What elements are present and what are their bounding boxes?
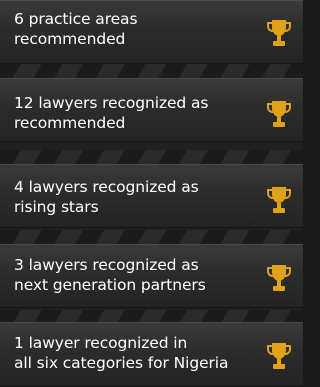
achievement-label: 3 lawyers recognized as next generation … <box>14 256 206 294</box>
divider <box>0 230 303 244</box>
achievement-card: 1 lawyer recognized in all six categorie… <box>0 322 303 387</box>
divider <box>0 150 303 164</box>
trophy-icon <box>267 343 291 369</box>
trophy-icon <box>267 20 291 46</box>
achievement-card: 12 lawyers recognized as recommended <box>0 78 303 142</box>
achievement-label: 12 lawyers recognized as recommended <box>14 94 209 132</box>
achievement-card: 6 practice areas recommended <box>0 0 303 64</box>
achievements-panel: 6 practice areas recommended 12 lawyers … <box>0 0 303 387</box>
achievement-label: 1 lawyer recognized in all six categorie… <box>14 334 229 372</box>
trophy-icon <box>267 101 291 127</box>
achievement-card: 4 lawyers recognized as rising stars <box>0 164 303 228</box>
trophy-icon <box>267 187 291 213</box>
achievement-label: 4 lawyers recognized as rising stars <box>14 178 199 216</box>
achievement-label: 6 practice areas recommended <box>14 10 138 48</box>
trophy-icon <box>267 265 291 291</box>
achievement-card: 3 lawyers recognized as next generation … <box>0 244 303 308</box>
divider <box>0 64 303 78</box>
